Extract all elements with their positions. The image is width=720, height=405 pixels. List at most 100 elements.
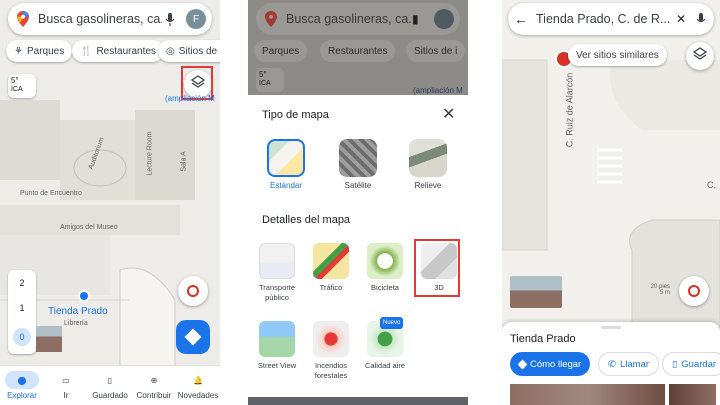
nav-label: Guardado	[92, 391, 128, 400]
similar-places-label: Ver sitios similares	[576, 49, 659, 61]
tree-icon: ⚘	[14, 45, 23, 57]
floor-0[interactable]: 0	[13, 328, 31, 347]
map-label-sala-a: Sala A	[180, 151, 188, 172]
detail-traffic[interactable]: Tráfico	[304, 243, 358, 293]
map-type-label: Estándar	[269, 181, 303, 190]
save-button[interactable]: ▯ Guardar	[662, 352, 720, 376]
drag-handle[interactable]	[601, 326, 621, 329]
detail-wildfires[interactable]: Incendios forestales	[304, 321, 358, 381]
sheet-bottom-bar	[248, 397, 468, 405]
detail-label: Tráfico	[319, 283, 343, 292]
call-label: Llamar	[619, 358, 650, 370]
chip-parques: Parques	[254, 40, 308, 62]
detail-label: Bicicleta	[371, 283, 399, 292]
chip-restaurantes: Restaurantes	[320, 40, 396, 62]
floor-2[interactable]: 2	[19, 278, 24, 288]
nav-ir[interactable]: ▭ Ir	[44, 366, 88, 405]
street-view-thumbnail[interactable]	[36, 326, 62, 352]
traffic-thumbnail	[313, 243, 349, 279]
weather-badge[interactable]: 5° ICA	[8, 74, 36, 98]
floor-1[interactable]: 1	[19, 303, 24, 313]
chip-restaurantes[interactable]: 🍴 Restaurantes	[72, 40, 164, 62]
transit-thumbnail	[259, 243, 295, 279]
street-label-right: C.	[707, 180, 716, 190]
nav-novedades[interactable]: 🔔 Novedades	[176, 366, 220, 405]
place-name[interactable]: Tienda Prado	[48, 306, 108, 317]
street-view-thumbnail[interactable]	[510, 276, 562, 308]
search-bar: Busca gasolineras, ca... ▮	[256, 3, 460, 35]
place-search-bar[interactable]: ← Tienda Prado, C. de R... ✕	[508, 3, 714, 35]
map-label-lecture-room: Lecture Room	[146, 131, 154, 176]
microphone-icon: ▮	[412, 12, 419, 26]
nav-contribuir[interactable]: ⊕ Contribuir	[132, 366, 176, 405]
satellite-thumbnail	[339, 139, 377, 177]
street-view-thumbnail	[259, 321, 295, 357]
detail-air-quality[interactable]: Calidad aire Nuevo	[358, 317, 412, 371]
air-quality-label: ICA	[11, 86, 23, 93]
chip-label: Parques	[262, 45, 300, 57]
chip-parques[interactable]: ⚘ Parques	[6, 40, 73, 62]
photo-strip[interactable]	[510, 384, 720, 405]
photo-thumbnail[interactable]	[510, 384, 665, 405]
phone-icon: ✆	[608, 358, 616, 370]
microphone-icon[interactable]	[694, 12, 708, 26]
call-button[interactable]: ✆ Llamar	[598, 352, 660, 376]
wildfire-thumbnail	[313, 321, 349, 357]
place-marker[interactable]	[78, 290, 90, 302]
location-target-icon	[688, 285, 700, 297]
chip-label: Parques	[26, 45, 65, 57]
my-location-button[interactable]	[679, 276, 709, 306]
map-type-satellite[interactable]: Satélite	[328, 139, 388, 190]
details-title: Detalles del mapa	[262, 214, 351, 226]
map-type-standard[interactable]: Estándar	[256, 139, 316, 190]
nav-explorar[interactable]: ⬤ Explorar	[0, 366, 44, 405]
detail-label: Incendios forestales	[314, 361, 348, 380]
bookmark-icon: ▯	[107, 375, 113, 385]
search-input[interactable]: Tienda Prado, C. de R...	[536, 12, 676, 26]
location-pin-icon: ⬤	[5, 371, 39, 389]
search-bar[interactable]: Busca gasolineras, ca... F	[8, 3, 212, 35]
place-sheet: Tienda Prado Cómo llegar ✆ Llamar ▯ Guar…	[502, 322, 720, 405]
directions-button[interactable]: Cómo llegar	[510, 352, 591, 376]
detail-label: Street View	[257, 361, 297, 370]
map-type-terrain[interactable]: Relieve	[398, 139, 458, 190]
clear-icon[interactable]: ✕	[676, 12, 694, 26]
nav-guardado[interactable]: ▯ Guardado	[88, 366, 132, 405]
map-type-label: Relieve	[414, 181, 442, 190]
my-location-button[interactable]	[178, 276, 208, 306]
directions-fab[interactable]	[176, 320, 210, 354]
photo-thumbnail[interactable]	[669, 384, 716, 405]
scale-meters: 5 m	[659, 290, 670, 296]
avatar	[434, 9, 454, 29]
chip-label: Sitios de i	[414, 45, 458, 57]
microphone-icon[interactable]	[162, 12, 178, 26]
terrain-thumbnail	[409, 139, 447, 177]
nav-label: Ir	[63, 391, 69, 400]
bell-icon: 🔔	[193, 375, 203, 385]
floor-selector[interactable]: 2 1 0	[8, 270, 36, 354]
detail-bicycle[interactable]: Bicicleta	[358, 243, 412, 293]
chip-label: Sitios de i	[178, 45, 220, 57]
search-input[interactable]: Busca gasolineras, ca...	[38, 12, 162, 26]
chip-sitios[interactable]: ◎ Sitios de i	[158, 40, 220, 62]
layers-icon	[692, 46, 708, 66]
map-label-punto-encuentro: Punto de Encuentro	[20, 190, 82, 197]
directions-icon	[184, 328, 202, 346]
detail-label: Transporte público	[259, 283, 295, 302]
detail-street-view[interactable]: Street View	[250, 321, 304, 371]
car-icon: ▭	[62, 375, 70, 385]
avatar[interactable]: F	[186, 9, 206, 29]
similar-places-button[interactable]: Ver sitios similares	[568, 44, 667, 66]
map-label-amplia: (ampliación M	[413, 86, 463, 95]
map-label-amplia: (ampliación M	[165, 94, 215, 103]
street-label: C. Ruiz de Alarcón	[564, 72, 575, 148]
weather-badge: 5° ICA	[256, 68, 284, 92]
detail-transit[interactable]: Transporte público	[250, 243, 304, 303]
nav-label: Contribuir	[136, 391, 172, 400]
layers-button[interactable]	[686, 42, 714, 70]
weather-temp: 5°	[11, 76, 19, 85]
chip-sitios: Sitios de i	[406, 40, 466, 62]
location-target-icon	[187, 285, 199, 297]
back-arrow-icon[interactable]: ←	[514, 11, 532, 27]
close-icon[interactable]: ✕	[442, 104, 455, 124]
